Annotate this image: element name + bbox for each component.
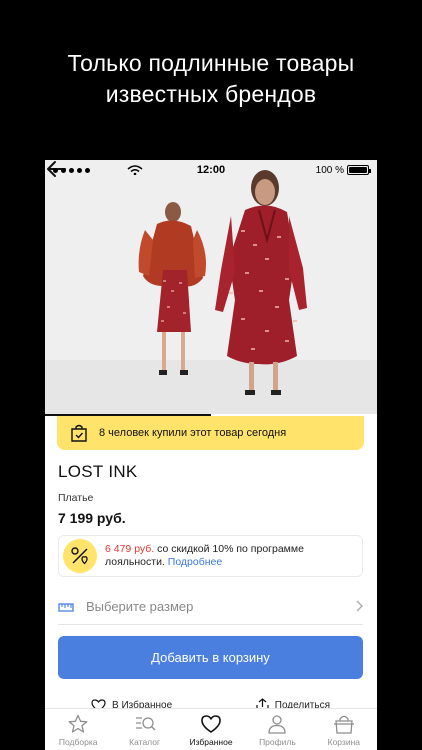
product-price: 7 199 руб.: [58, 510, 126, 526]
product-brand: LOST INK: [58, 462, 138, 481]
heart-icon: [201, 715, 221, 733]
product-photo-gallery[interactable]: [45, 160, 377, 416]
size-selector[interactable]: Выберите размер: [58, 592, 363, 620]
loyalty-text: 6 479 руб. со скидкой 10% по программе л…: [105, 543, 304, 569]
phone-screen: 12:00 100 % 8 человек купили этот товар …: [45, 160, 377, 750]
loyalty-offer: 6 479 руб. со скидкой 10% по программе л…: [58, 535, 363, 577]
tab-label: Избранное: [189, 737, 233, 747]
tab-label: Корзина: [327, 737, 361, 747]
shopping-bag-check-icon: [71, 424, 87, 442]
product-category: Платье: [58, 492, 94, 504]
loyalty-discount-price: 6 479 руб.: [105, 543, 155, 555]
tab-bar: Подборка Каталог Избранное Профиль Корзи…: [45, 708, 377, 750]
tab-label: Профиль: [259, 737, 296, 747]
tab-label: Подборка: [58, 737, 98, 747]
tab-cart[interactable]: Корзина: [311, 709, 377, 750]
battery-percent: 100 %: [315, 164, 344, 176]
tab-favorites[interactable]: Избранное: [178, 709, 244, 750]
tab-catalog[interactable]: Каталог: [111, 709, 177, 750]
loyalty-text-a: со скидкой 10% по программе: [154, 543, 304, 555]
loyalty-text-b: лояльности.: [105, 556, 168, 568]
banner-text: 8 человек купили этот товар сегодня: [99, 427, 287, 439]
divider: [58, 624, 363, 625]
battery-icon: [347, 165, 371, 175]
promo-line-1: Только подлинные товары: [67, 50, 355, 76]
loyalty-percent-heart-icon: [63, 539, 97, 573]
tab-label: Каталог: [129, 737, 161, 747]
chevron-right-icon: [356, 600, 363, 612]
add-to-cart-button[interactable]: Добавить в корзину: [58, 636, 363, 679]
status-time: 12:00: [196, 164, 226, 176]
promo-line-2: известных брендов: [105, 81, 317, 107]
star-icon: [68, 714, 88, 733]
cart-bag-icon: [333, 715, 354, 734]
wifi-icon: [127, 165, 143, 175]
promo-headline: Только подлинные товары известных брендо…: [0, 48, 422, 110]
catalog-search-icon: [135, 717, 156, 731]
size-selector-placeholder: Выберите размер: [86, 598, 194, 614]
product-photo: [45, 160, 377, 416]
signal-dots-icon: [53, 165, 143, 175]
ruler-icon: [58, 603, 74, 612]
person-icon: [268, 715, 287, 734]
tab-profile[interactable]: Профиль: [244, 709, 310, 750]
purchase-count-banner: 8 человек купили этот товар сегодня: [57, 416, 364, 450]
tab-podborka[interactable]: Подборка: [45, 709, 111, 750]
loyalty-more-link[interactable]: Подробнее: [168, 556, 222, 568]
status-bar: 12:00 100 %: [45, 160, 377, 180]
